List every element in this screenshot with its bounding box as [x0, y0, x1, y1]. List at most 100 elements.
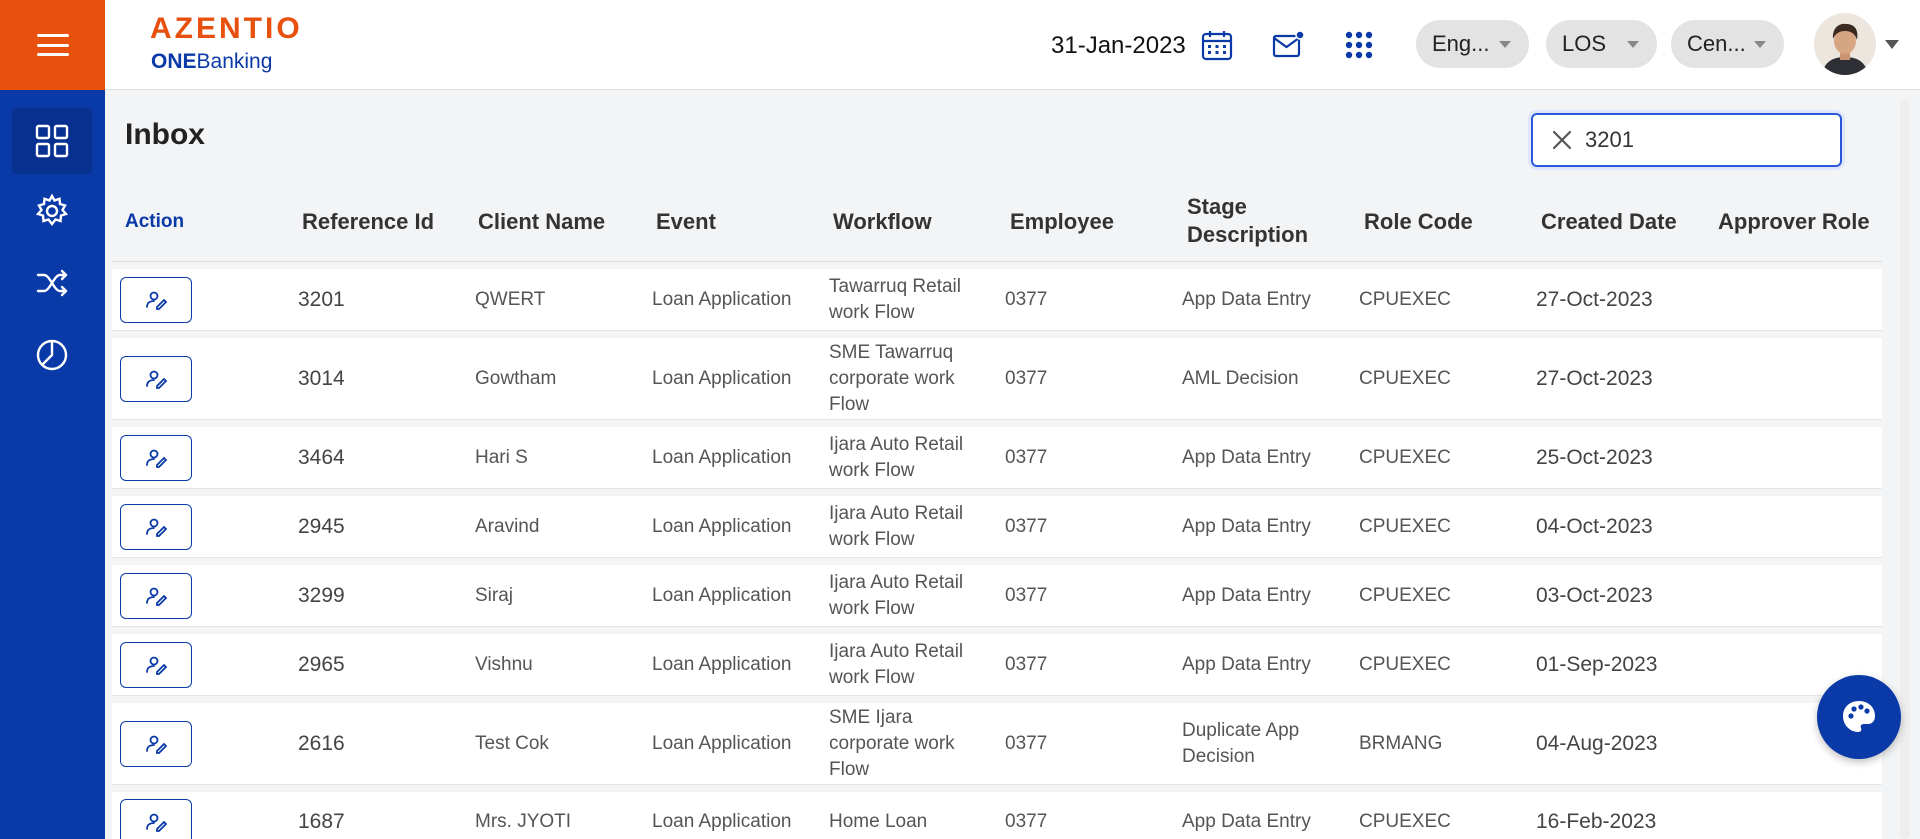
cell-employee: 0377 — [1005, 654, 1048, 675]
table-row[interactable]: 2616 Test Cok Loan Application SME Ijara co… — [112, 703, 1882, 785]
module-value: LOS — [1562, 31, 1607, 56]
action-button[interactable] — [120, 356, 192, 402]
cell-stage: App Data Entry — [1182, 811, 1311, 832]
brand-logo[interactable]: AZENTIO — [150, 12, 303, 46]
table-row[interactable]: 3201 QWERT Loan Application Tawarruq Retail… — [112, 269, 1882, 331]
table-row[interactable]: 2945 Aravind Loan Application Ijara Auto Re… — [112, 496, 1882, 558]
avatar[interactable] — [1814, 13, 1876, 75]
language-value: Eng... — [1432, 31, 1490, 56]
cell-ref: 2945 — [298, 515, 345, 538]
cell-event: Loan Application — [652, 811, 792, 832]
cell-ref: 3014 — [298, 367, 345, 390]
branch-value: Cen... — [1687, 31, 1746, 56]
table-header: Action Reference Id Client Name Event Wo… — [112, 178, 1882, 262]
shuffle-icon — [36, 269, 68, 297]
column-header-action[interactable]: Action — [125, 208, 184, 236]
cell-role: CPUEXEC — [1359, 516, 1451, 537]
action-button[interactable] — [120, 435, 192, 481]
cell-stage: App Data Entry — [1182, 585, 1311, 606]
cell-stage: App Data Entry — [1182, 447, 1311, 468]
module-dropdown[interactable]: LOS — [1546, 20, 1657, 68]
cell-employee: 0377 — [1005, 516, 1048, 537]
mail-notification-icon[interactable] — [1271, 28, 1305, 62]
cell-event: Loan Application — [652, 654, 792, 675]
apps-grid-icon[interactable] — [1342, 28, 1376, 62]
business-date: 31-Jan-2023 — [1051, 32, 1186, 59]
sidebar-item-workflow[interactable] — [12, 250, 92, 316]
cell-ref: 3201 — [298, 288, 345, 311]
cell-role: BRMANG — [1359, 733, 1443, 754]
user-edit-icon — [146, 291, 168, 310]
cell-event: Loan Application — [652, 516, 792, 537]
sidebar-item-settings[interactable] — [12, 178, 92, 244]
calendar-icon[interactable] — [1200, 28, 1234, 62]
table-row[interactable]: 1687 Mrs. JYOTI Loan Application Home Loan 0… — [112, 792, 1882, 839]
menu-button[interactable] — [0, 0, 105, 90]
column-header-reference-id[interactable]: Reference Id — [302, 208, 434, 236]
column-header-client-name[interactable]: Client Name — [478, 208, 605, 236]
table-row[interactable]: 2965 Vishnu Loan Application Ijara Auto Ret… — [112, 634, 1882, 696]
user-edit-icon — [146, 735, 168, 754]
column-header-employee[interactable]: Employee — [1010, 208, 1114, 236]
cell-created: 27-Oct-2023 — [1536, 288, 1653, 311]
column-header-workflow[interactable]: Workflow — [833, 208, 932, 236]
cell-client: Vishnu — [475, 654, 533, 675]
cell-created: 01-Sep-2023 — [1536, 653, 1658, 676]
pie-chart-icon — [36, 339, 68, 371]
action-button[interactable] — [120, 642, 192, 688]
palette-icon — [1843, 701, 1875, 732]
cell-created: 27-Oct-2023 — [1536, 367, 1653, 390]
column-header-event[interactable]: Event — [656, 208, 716, 236]
theme-button[interactable] — [1817, 675, 1901, 759]
column-header-approver-role[interactable]: Approver Role — [1718, 208, 1870, 236]
table-row[interactable]: 3014 Gowtham Loan Application SME Tawarruq … — [112, 338, 1882, 420]
user-edit-icon — [146, 656, 168, 675]
action-button[interactable] — [120, 277, 192, 323]
cell-workflow: Ijara Auto Retail work Flow — [829, 641, 964, 688]
brand-subtitle: ONEBanking — [151, 50, 273, 73]
table-row[interactable]: 3299 Siraj Loan Application Ijara Auto Reta… — [112, 565, 1882, 627]
column-header-role-code[interactable]: Role Code — [1364, 208, 1473, 236]
cell-stage: App Data Entry — [1182, 654, 1311, 675]
close-icon[interactable] — [1551, 129, 1573, 151]
cell-stage: Duplicate App Decision — [1182, 720, 1300, 767]
user-photo-icon — [1814, 13, 1876, 75]
cell-role: CPUEXEC — [1359, 368, 1451, 389]
cell-employee: 0377 — [1005, 289, 1048, 310]
gear-icon — [35, 193, 69, 226]
cell-created: 25-Oct-2023 — [1536, 446, 1653, 469]
branch-dropdown[interactable]: Cen... — [1671, 20, 1784, 68]
column-header-created-date[interactable]: Created Date — [1541, 208, 1677, 236]
cell-stage: AML Decision — [1182, 368, 1299, 389]
cell-created: 04-Oct-2023 — [1536, 515, 1653, 538]
cell-employee: 0377 — [1005, 811, 1048, 832]
cell-stage: App Data Entry — [1182, 516, 1311, 537]
table-body: 3201 QWERT Loan Application Tawarruq Retail… — [112, 269, 1882, 839]
cell-workflow: Ijara Auto Retail work Flow — [829, 503, 964, 550]
vertical-scrollbar[interactable] — [1900, 100, 1910, 839]
cell-created: 16-Feb-2023 — [1536, 810, 1657, 833]
action-button[interactable] — [120, 573, 192, 619]
sidebar-item-reports[interactable] — [12, 322, 92, 388]
cell-event: Loan Application — [652, 585, 792, 606]
search-box[interactable] — [1531, 113, 1842, 167]
cell-client: Gowtham — [475, 368, 557, 389]
user-edit-icon — [146, 813, 168, 832]
cell-employee: 0377 — [1005, 447, 1048, 468]
table-row[interactable]: 3464 Hari S Loan Application Ijara Auto Ret… — [112, 427, 1882, 489]
cell-event: Loan Application — [652, 733, 792, 754]
action-button[interactable] — [120, 799, 192, 839]
column-header-stage-description[interactable]: Stage Description — [1187, 193, 1317, 249]
search-input[interactable] — [1585, 127, 1815, 153]
user-edit-icon — [146, 449, 168, 468]
profile-menu-caret[interactable] — [1885, 40, 1899, 49]
cell-employee: 0377 — [1005, 733, 1048, 754]
cell-ref: 3464 — [298, 446, 345, 469]
cell-role: CPUEXEC — [1359, 585, 1451, 606]
cell-created: 04-Aug-2023 — [1536, 732, 1658, 755]
action-button[interactable] — [120, 504, 192, 550]
sidebar-item-dashboard[interactable] — [12, 108, 92, 174]
hamburger-icon — [36, 34, 69, 56]
action-button[interactable] — [120, 721, 192, 767]
language-dropdown[interactable]: Eng... — [1416, 20, 1529, 68]
